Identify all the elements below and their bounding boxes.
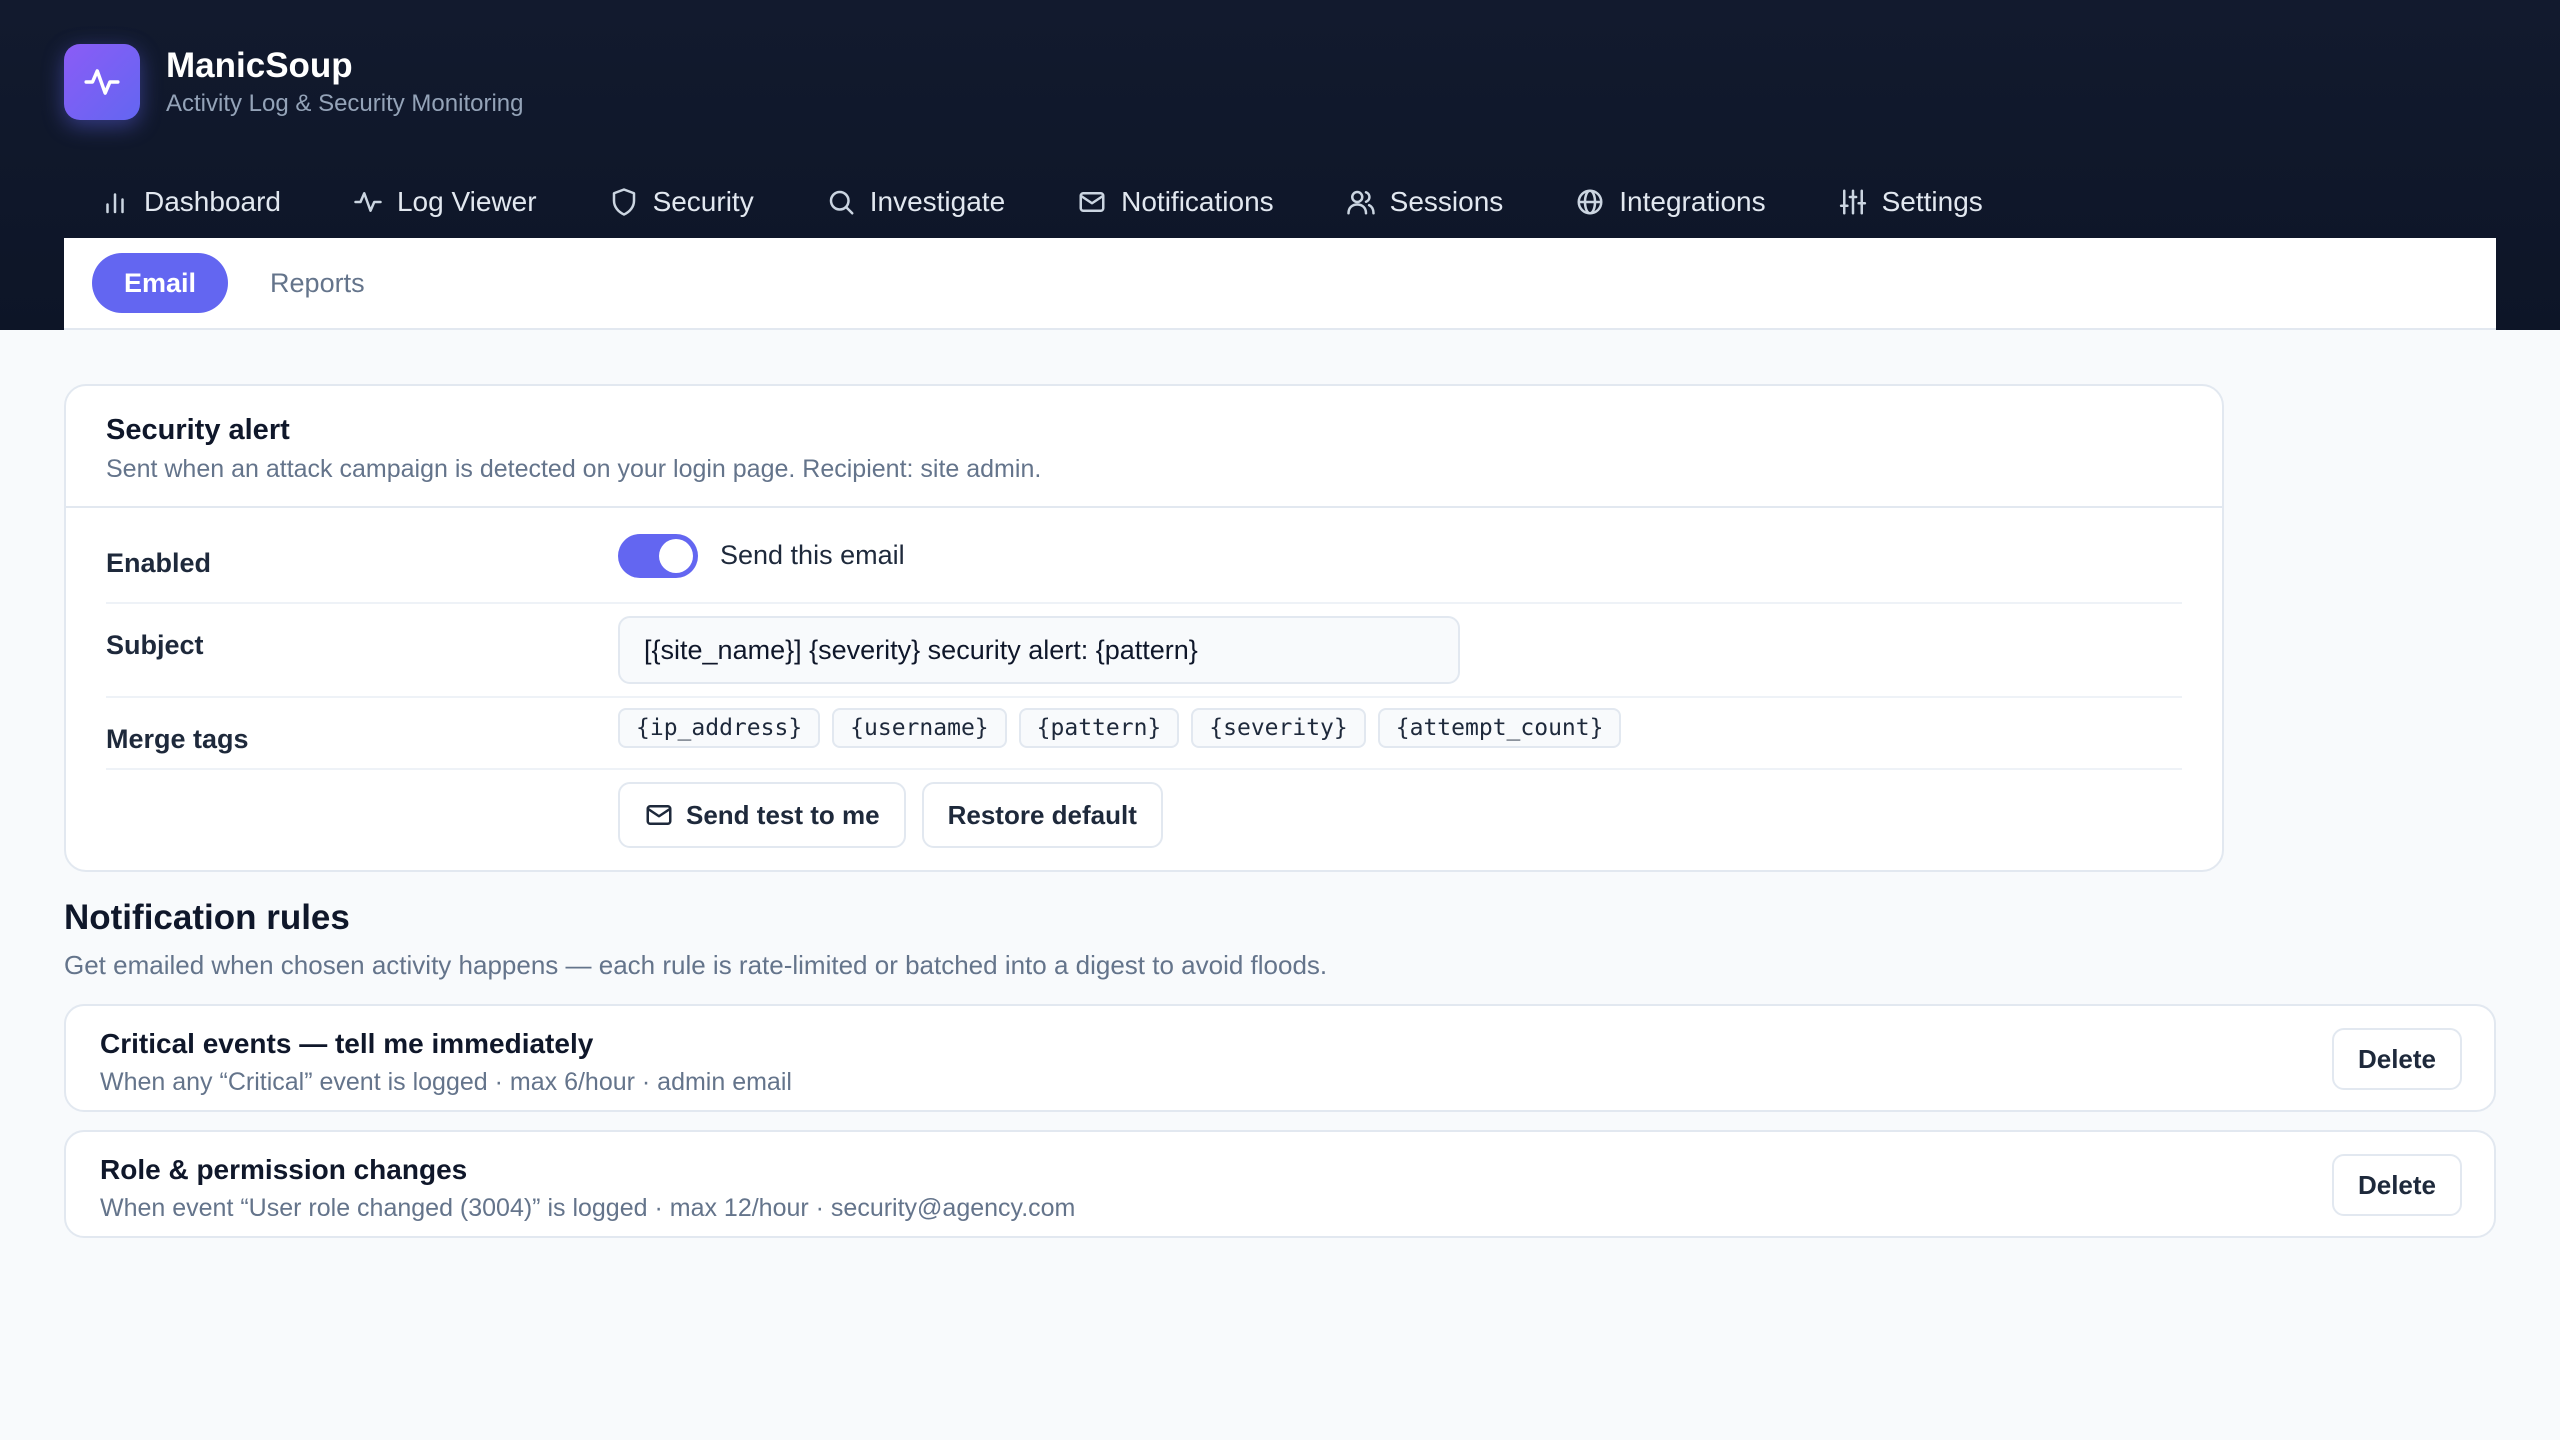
merge-tag[interactable]: {ip_address} — [618, 708, 821, 748]
nav-item-integrations[interactable]: Integrations — [1539, 170, 1801, 234]
search-icon — [829, 190, 854, 215]
send-test-label: Send test to me — [686, 799, 880, 830]
merge-tag[interactable]: {pattern} — [1018, 708, 1180, 748]
card-description: Sent when an attack campaign is detected… — [106, 455, 1042, 483]
subject-row: Subject — [106, 604, 2182, 698]
rule-title: Critical events — tell me immediately — [100, 1028, 594, 1059]
toggle-knob — [659, 539, 693, 573]
rule-description: When any “Critical” event is logged · ma… — [100, 1068, 792, 1096]
app-header: ManicSoup Activity Log & Security Monito… — [0, 0, 2560, 330]
nav-item-label: Sessions — [1389, 186, 1504, 217]
main-nav: Dashboard Log Viewer Security Investigat… — [64, 170, 2019, 234]
nav-item-label: Notifications — [1121, 186, 1274, 217]
app-subtitle: Activity Log & Security Monitoring — [166, 90, 524, 117]
nav-item-sessions[interactable]: Sessions — [1310, 170, 1540, 234]
shield-icon — [612, 188, 635, 216]
nav-item-settings[interactable]: Settings — [1802, 170, 2019, 234]
nav-item-label: Integrations — [1619, 186, 1766, 217]
merge-tag[interactable]: {attempt_count} — [1377, 708, 1622, 748]
tab-reports[interactable]: Reports — [238, 253, 397, 313]
rule-description: When event “User role changed (3004)” is… — [100, 1194, 1076, 1222]
enabled-label: Enabled — [106, 548, 212, 578]
nav-item-security[interactable]: Security — [573, 170, 790, 234]
delete-rule-button[interactable]: Delete — [2331, 1028, 2462, 1090]
email-template-card: Security alert Sent when an attack campa… — [64, 384, 2224, 872]
nav-item-investigate[interactable]: Investigate — [790, 170, 1041, 234]
merge-tags-label: Merge tags — [106, 724, 249, 754]
rule-card: Role & permission changes When event “Us… — [64, 1130, 2496, 1238]
nav-item-label: Investigate — [869, 186, 1006, 217]
delete-rule-button[interactable]: Delete — [2331, 1154, 2462, 1216]
brand: ManicSoup Activity Log & Security Monito… — [64, 44, 523, 120]
nav-item-label: Dashboard — [144, 186, 281, 217]
activity-icon — [354, 192, 382, 212]
card-header: Security alert Sent when an attack campa… — [66, 386, 2222, 508]
rules-section-title: Notification rules — [64, 898, 350, 937]
globe-icon — [1577, 189, 1603, 215]
mail-icon — [1079, 192, 1105, 212]
card-title: Security alert — [106, 414, 290, 446]
toggle-label: Send this email — [720, 540, 905, 570]
actions-row: Send test to me Restore default — [106, 770, 2182, 870]
nav-item-log-viewer[interactable]: Log Viewer — [317, 170, 573, 234]
mail-icon — [646, 805, 672, 825]
rules-section-description: Get emailed when chosen activity happens… — [64, 950, 1328, 980]
app-name: ManicSoup — [166, 46, 353, 85]
nav-item-label: Log Viewer — [396, 186, 537, 217]
send-test-button[interactable]: Send test to me — [618, 782, 906, 848]
sub-tabs: Email Reports — [64, 238, 2496, 330]
merge-tag[interactable]: {severity} — [1191, 708, 1366, 748]
restore-default-button[interactable]: Restore default — [921, 782, 1163, 848]
nav-item-dashboard[interactable]: Dashboard — [64, 170, 317, 234]
merge-tag[interactable]: {username} — [832, 708, 1007, 748]
enabled-toggle[interactable] — [618, 534, 698, 578]
tab-email[interactable]: Email — [92, 253, 229, 313]
card-actions: Send test to me Restore default — [618, 782, 1179, 848]
nav-item-notifications[interactable]: Notifications — [1041, 170, 1310, 234]
merge-tags-row: Merge tags {ip_address} {username} {patt… — [106, 698, 2182, 770]
sliders-icon — [1839, 189, 1866, 215]
enabled-row: Enabled Send this email — [106, 510, 2182, 604]
merge-tags-list: {ip_address} {username} {pattern} {sever… — [618, 708, 1633, 748]
nav-item-label: Security — [652, 186, 754, 217]
nav-item-label: Settings — [1881, 186, 1983, 217]
users-icon — [1346, 190, 1375, 215]
rule-title: Role & permission changes — [100, 1154, 468, 1185]
subject-label: Subject — [106, 630, 204, 660]
bar-chart-icon — [106, 193, 124, 214]
activity-pulse-icon — [64, 44, 140, 120]
rule-card: Critical events — tell me immediately Wh… — [64, 1004, 2496, 1112]
subject-input[interactable] — [618, 616, 1460, 684]
